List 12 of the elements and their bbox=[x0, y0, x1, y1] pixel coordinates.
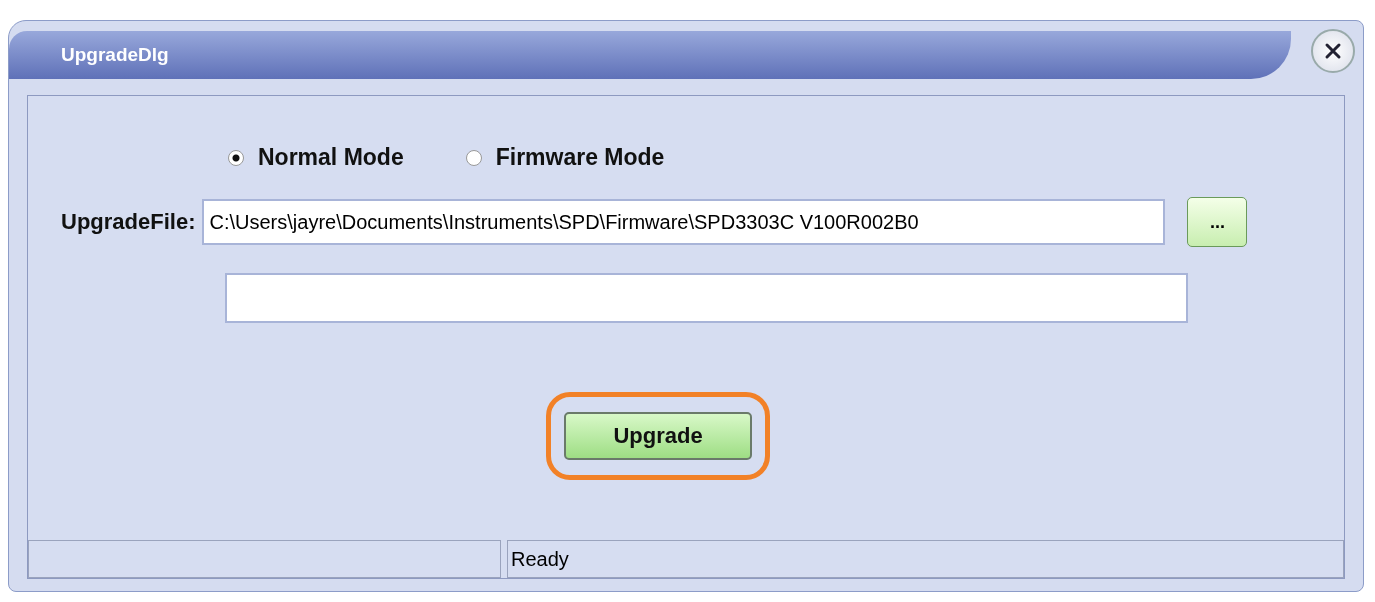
mode-radio[interactable]: Normal Mode bbox=[228, 144, 404, 171]
radio-button[interactable] bbox=[228, 149, 244, 166]
browse-button[interactable]: ... bbox=[1187, 197, 1248, 247]
upgrade-button[interactable]: Upgrade bbox=[564, 411, 752, 460]
field-label: UpgradeFile: bbox=[61, 209, 196, 235]
radio-button[interactable] bbox=[465, 149, 482, 166]
close-button[interactable] bbox=[1311, 29, 1355, 73]
file-path-field[interactable]: C:\Users\jayre\Documents\Instruments\SPD\Firmware\SPD3303C V100R002B0 bbox=[202, 199, 1166, 245]
mode-radio[interactable]: Firmware Mode bbox=[465, 144, 665, 171]
progress-field[interactable] bbox=[225, 273, 1188, 323]
status-cell: Ready bbox=[507, 540, 1344, 578]
window-title: UpgradeDlg bbox=[61, 44, 169, 66]
